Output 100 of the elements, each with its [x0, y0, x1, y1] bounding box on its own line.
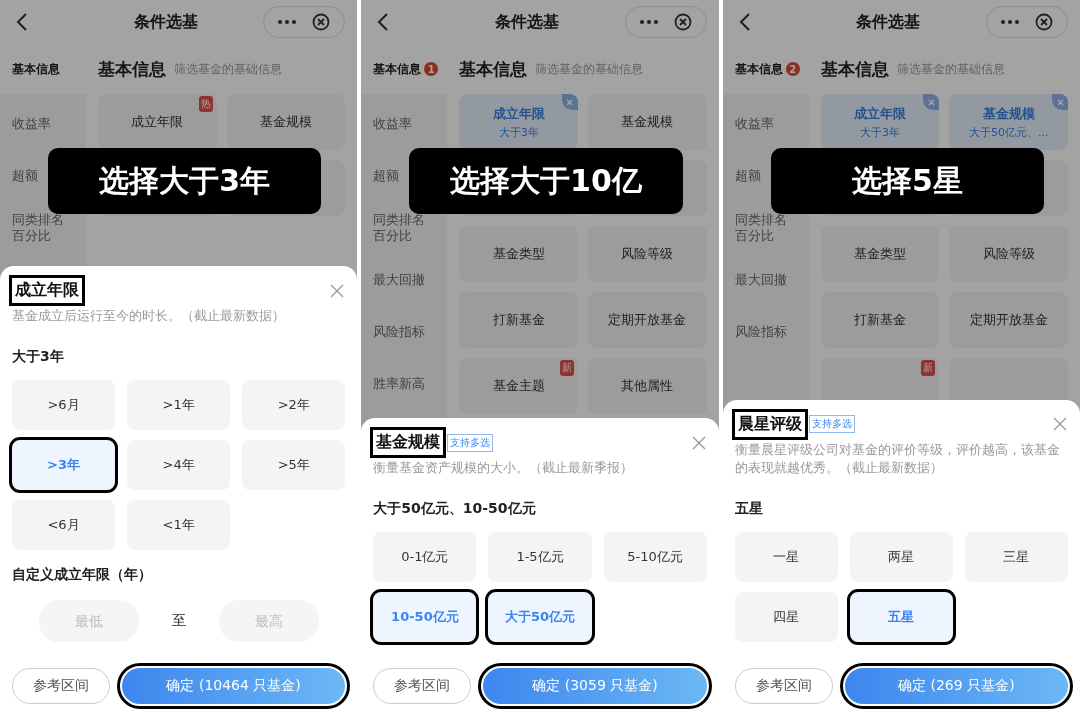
- filter-card[interactable]: 基金类型: [459, 226, 578, 282]
- card-label: 打新基金: [492, 311, 545, 329]
- option-button[interactable]: <1年: [127, 500, 231, 550]
- card-label: 基金类型: [492, 245, 545, 263]
- option-button[interactable]: 0-1亿元: [373, 532, 477, 582]
- filter-card[interactable]: 定期开放基金: [949, 292, 1068, 348]
- card-label: 其他属性: [621, 377, 674, 395]
- sidebar-item[interactable]: 基本信息: [0, 60, 86, 78]
- caption-banner: 选择5星: [770, 148, 1044, 214]
- filter-card[interactable]: 基金规模: [226, 94, 346, 150]
- reference-range-button[interactable]: 参考区间: [373, 668, 472, 704]
- selection-summary: 五星: [734, 500, 764, 518]
- option-button[interactable]: 10-50亿元: [373, 592, 477, 642]
- sidebar-item[interactable]: 最大回撤: [722, 254, 809, 306]
- option-button[interactable]: 四星: [734, 592, 838, 642]
- card-label: 风险等级: [621, 245, 674, 263]
- sheet-title: 基金规模: [373, 430, 444, 456]
- option-button[interactable]: 大于50亿元: [488, 592, 592, 642]
- page-title: 条件选基: [856, 11, 921, 33]
- card-value: 大于50亿元、...: [968, 124, 1049, 140]
- card-label: 基金主题: [492, 377, 545, 395]
- reference-range-button[interactable]: 参考区间: [12, 668, 110, 704]
- back-icon[interactable]: [16, 13, 28, 31]
- section-title: 基本信息: [820, 57, 889, 81]
- filter-card[interactable]: 其他属性: [588, 358, 707, 414]
- card-label: 风险等级: [982, 245, 1035, 263]
- sheet-title: 晨星评级: [734, 411, 805, 437]
- filter-card[interactable]: 基金类型: [820, 226, 940, 282]
- multi-select-tag: 支持多选: [447, 433, 494, 452]
- sidebar-item[interactable]: 风险指标: [361, 306, 448, 358]
- option-button[interactable]: >3年: [12, 440, 116, 490]
- page-title: 条件选基: [133, 11, 198, 33]
- filter-card[interactable]: 风险等级: [588, 226, 707, 282]
- back-icon[interactable]: [377, 13, 390, 31]
- count-badge: 2: [785, 62, 800, 76]
- card-value: 大于3年: [860, 124, 900, 140]
- more-dots-icon: [639, 20, 658, 24]
- option-button[interactable]: >4年: [127, 440, 231, 490]
- sheet-description: 衡量晨星评级公司对基金的评价等级，评价越高，该基金的表现就越优秀。（截止最新数据）: [734, 440, 1061, 478]
- max-input-field[interactable]: 最高: [218, 600, 319, 642]
- caption-banner: 选择大于10亿: [409, 148, 683, 214]
- more-dots-icon: [1001, 20, 1019, 24]
- card-label: 基金类型: [854, 245, 906, 263]
- option-button[interactable]: 三星: [964, 532, 1068, 582]
- option-button[interactable]: 5-10亿元: [603, 532, 707, 582]
- close-circle-icon: [673, 13, 692, 31]
- range-separator: 至: [170, 612, 187, 630]
- card-label: 成立年限: [492, 104, 545, 123]
- card-label: 打新基金: [854, 311, 906, 329]
- card-label: 基金规模: [621, 113, 674, 131]
- sidebar-label: 基本信息: [12, 60, 60, 78]
- selection-summary: 大于50亿元、10-50亿元: [373, 500, 537, 518]
- min-input-field[interactable]: 最低: [38, 600, 139, 642]
- sheet-description: 基金成立后运行至今的时长。（截止最新数据）: [12, 307, 286, 326]
- sidebar-label: 基本信息: [373, 60, 422, 78]
- sidebar-item[interactable]: 基本信息 2: [722, 60, 809, 78]
- page-title: 条件选基: [495, 11, 559, 33]
- card-label: 定期开放基金: [969, 311, 1048, 329]
- sidebar-item[interactable]: 基本信息 1: [361, 60, 448, 78]
- caption-banner: 选择大于3年: [48, 148, 322, 214]
- back-icon[interactable]: [738, 13, 751, 31]
- option-button[interactable]: 1-5亿元: [488, 532, 592, 582]
- sheet-description: 衡量基金资产规模的大小。（截止最新季报）: [373, 459, 635, 478]
- sidebar-item[interactable]: 风险指标: [722, 306, 809, 358]
- sidebar-item[interactable]: 最大回撤: [361, 254, 448, 306]
- tag-badge: 新: [921, 360, 936, 376]
- sidebar-item[interactable]: 胜率新高: [361, 358, 448, 410]
- filter-card[interactable]: 基金规模: [588, 94, 707, 150]
- option-button[interactable]: >5年: [242, 440, 346, 490]
- tag-badge: 热: [198, 96, 213, 112]
- custom-range-label: 自定义成立年限（年）: [12, 566, 153, 584]
- option-button[interactable]: 一星: [734, 532, 838, 582]
- option-button[interactable]: 两星: [849, 532, 953, 582]
- sheet-title: 成立年限: [12, 278, 82, 304]
- card-value: 大于3年: [498, 124, 539, 140]
- selection-summary: 大于3年: [12, 348, 65, 366]
- section-subtitle: 筛选基金的基础信息: [896, 60, 1005, 78]
- option-button[interactable]: >2年: [242, 380, 346, 430]
- card-label: 成立年限: [131, 113, 184, 131]
- card-label: 定期开放基金: [608, 311, 687, 329]
- multi-select-tag: 支持多选: [808, 415, 855, 433]
- filter-card[interactable]: 打新基金: [820, 292, 940, 348]
- more-dots-icon: [278, 20, 297, 24]
- sidebar-label: 基本信息: [734, 60, 783, 78]
- option-button[interactable]: >6月: [12, 380, 116, 430]
- filter-card[interactable]: 打新基金: [459, 292, 578, 348]
- card-label: 基金规模: [260, 113, 312, 131]
- option-button[interactable]: 五星: [849, 592, 953, 642]
- filter-card[interactable]: 风险等级: [949, 226, 1068, 282]
- close-circle-icon: [312, 13, 331, 31]
- reference-range-button[interactable]: 参考区间: [734, 668, 833, 704]
- card-label: 基金规模: [982, 104, 1035, 123]
- section-title: 基本信息: [459, 57, 528, 81]
- filter-card[interactable]: 成立年限 热: [98, 94, 217, 150]
- close-circle-icon: [1035, 13, 1053, 31]
- option-button[interactable]: >1年: [127, 380, 231, 430]
- filter-card[interactable]: 基金主题 新: [459, 358, 578, 414]
- option-button[interactable]: <6月: [12, 500, 116, 550]
- filter-card[interactable]: 定期开放基金: [588, 292, 707, 348]
- card-label: 成立年限: [854, 104, 906, 123]
